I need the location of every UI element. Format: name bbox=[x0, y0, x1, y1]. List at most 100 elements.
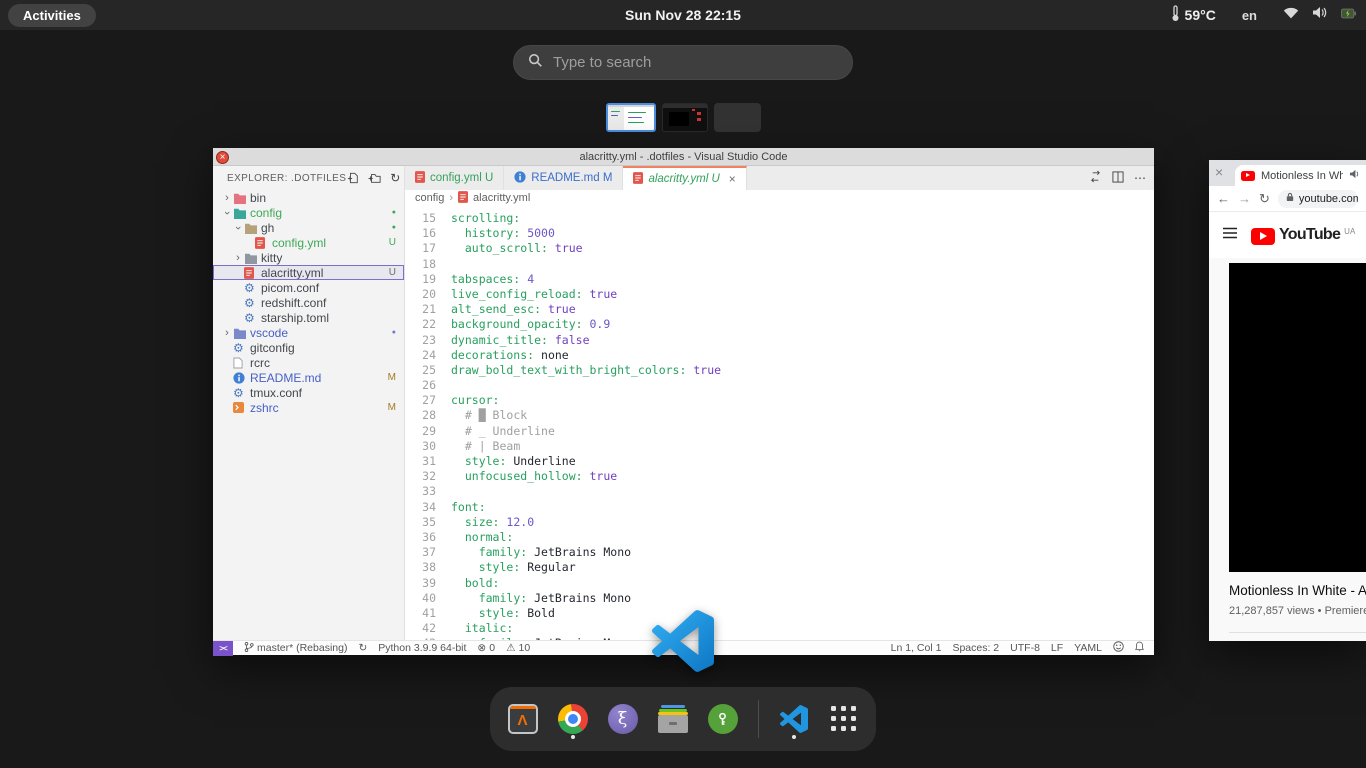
explorer-sidebar: EXPLORER: .DOTFILES ↻ ⋯ ›bin›config●›gh●… bbox=[213, 166, 405, 640]
breadcrumb-folder[interactable]: config bbox=[415, 192, 444, 204]
line-number: 28 bbox=[405, 408, 451, 423]
remote-indicator[interactable]: >< bbox=[213, 641, 233, 656]
tree-item-bin[interactable]: › bin bbox=[213, 190, 404, 205]
workspace-thumbnail-empty[interactable] bbox=[714, 103, 761, 132]
gear-icon: ⚙ bbox=[244, 312, 261, 324]
dock-alacritty-icon[interactable]: Λ bbox=[508, 700, 538, 738]
tree-item-starship-toml[interactable]: ⚙starship.toml bbox=[213, 310, 404, 325]
new-folder-icon[interactable] bbox=[367, 171, 381, 185]
workspace-thumbnail-active[interactable] bbox=[606, 103, 656, 132]
system-tray[interactable]: 59°C en bbox=[1171, 0, 1356, 30]
dock-vscode-icon[interactable] bbox=[779, 700, 809, 738]
code-line: 30 # | Beam bbox=[405, 439, 1154, 454]
tree-item-tmux-conf[interactable]: ⚙tmux.conf bbox=[213, 385, 404, 400]
hamburger-menu-icon[interactable] bbox=[1222, 226, 1238, 245]
editor-pane[interactable]: 15scrolling:16 history: 500017 auto_scro… bbox=[405, 206, 1154, 640]
python-interpreter[interactable]: Python 3.9.9 64-bit bbox=[378, 642, 466, 654]
dock-files-icon[interactable] bbox=[658, 700, 688, 738]
browser-tab[interactable]: Motionless In White - A bbox=[1235, 165, 1366, 186]
address-bar[interactable]: youtube.com/wa bbox=[1278, 190, 1358, 208]
tree-item-config-yml[interactable]: config.ymlU bbox=[213, 235, 404, 250]
line-number: 22 bbox=[405, 317, 451, 332]
chevron-icon: › bbox=[221, 192, 233, 204]
feedback-button[interactable] bbox=[1113, 641, 1124, 655]
vscode-app-icon[interactable] bbox=[652, 610, 714, 672]
split-editor-icon[interactable] bbox=[1112, 171, 1124, 186]
warning-count[interactable]: ⚠10 bbox=[506, 642, 530, 654]
editor-tab-readme-md[interactable]: README.md M bbox=[504, 166, 623, 190]
tree-item-vscode[interactable]: ›vscode● bbox=[213, 325, 404, 340]
editor-tab-alacritty-yml[interactable]: alacritty.yml U× bbox=[623, 166, 746, 190]
tree-item-config[interactable]: ›config● bbox=[213, 205, 404, 220]
code-line: 16 history: 5000 bbox=[405, 226, 1154, 241]
refresh-icon[interactable]: ↻ bbox=[388, 171, 402, 185]
tree-item-picom-conf[interactable]: ⚙picom.conf bbox=[213, 280, 404, 295]
editor-tab-config-yml[interactable]: config.yml U bbox=[405, 166, 504, 190]
shell-icon bbox=[233, 402, 250, 413]
vscode-window[interactable]: × alacritty.yml - .dotfiles - Visual Stu… bbox=[213, 148, 1154, 655]
code-line: 27cursor: bbox=[405, 393, 1154, 408]
dock-emacs-icon[interactable]: ξ bbox=[608, 700, 638, 738]
code-text: # █ Block bbox=[451, 408, 527, 423]
yaml-icon bbox=[633, 172, 643, 187]
git-branch-status[interactable]: master* (Rebasing) bbox=[244, 641, 347, 656]
code-text: style: Bold bbox=[451, 606, 555, 621]
notifications-bell[interactable] bbox=[1135, 641, 1144, 655]
tree-item-alacritty-yml[interactable]: alacritty.ymlU bbox=[213, 265, 404, 280]
search-input[interactable]: Type to search bbox=[513, 45, 853, 80]
line-number: 34 bbox=[405, 500, 451, 515]
tree-item-readme-md[interactable]: README.mdM bbox=[213, 370, 404, 385]
chrome-window[interactable]: × Motionless In White - A ← → ↻ youtube.… bbox=[1209, 160, 1366, 641]
back-button[interactable]: ← bbox=[1217, 191, 1230, 206]
youtube-logo[interactable]: YouTube UA bbox=[1251, 226, 1355, 245]
tree-item-rcrc[interactable]: rcrc bbox=[213, 355, 404, 370]
file-icon bbox=[233, 357, 250, 369]
git-status-badge: U bbox=[389, 237, 396, 248]
item-label: bin bbox=[250, 191, 396, 205]
reload-button[interactable]: ↻ bbox=[1259, 191, 1270, 207]
line-number: 16 bbox=[405, 226, 451, 241]
line-number: 19 bbox=[405, 272, 451, 287]
tab-audio-icon[interactable] bbox=[1349, 169, 1360, 182]
code-line: 18 bbox=[405, 257, 1154, 272]
info-icon bbox=[233, 372, 250, 384]
clock[interactable]: Sun Nov 28 22:15 bbox=[0, 7, 1366, 23]
error-count[interactable]: ⊗0 bbox=[477, 642, 495, 654]
new-file-icon[interactable] bbox=[346, 171, 360, 185]
tree-item-gitconfig[interactable]: ⚙gitconfig bbox=[213, 340, 404, 355]
dock-chrome-icon[interactable] bbox=[558, 700, 588, 738]
breadcrumb[interactable]: config › alacritty.yml bbox=[405, 190, 1154, 206]
tree-item-zshrc[interactable]: zshrcM bbox=[213, 400, 404, 415]
explorer-title: EXPLORER: .DOTFILES bbox=[227, 173, 346, 184]
tree-item-kitty[interactable]: ›kitty bbox=[213, 250, 404, 265]
forward-button[interactable]: → bbox=[1238, 191, 1251, 206]
encoding[interactable]: UTF-8 bbox=[1010, 642, 1040, 654]
keyboard-layout-indicator[interactable]: en bbox=[1242, 8, 1257, 23]
tree-item-redshift-conf[interactable]: ⚙redshift.conf bbox=[213, 295, 404, 310]
more-actions-icon[interactable]: ⋯ bbox=[1134, 171, 1146, 185]
sync-button[interactable]: ↻ bbox=[358, 642, 367, 654]
video-player[interactable] bbox=[1229, 263, 1366, 572]
battery-charging-icon bbox=[1341, 6, 1356, 24]
line-number: 25 bbox=[405, 363, 451, 378]
window-close-button[interactable]: × bbox=[1215, 165, 1223, 179]
code-text: style: Regular bbox=[451, 560, 576, 575]
item-label: redshift.conf bbox=[261, 296, 396, 310]
line-number: 36 bbox=[405, 530, 451, 545]
open-changes-icon[interactable] bbox=[1089, 170, 1102, 186]
workspace-thumbnail-browser[interactable] bbox=[662, 103, 708, 132]
window-title: alacritty.yml - .dotfiles - Visual Studi… bbox=[213, 148, 1154, 166]
dock-app-grid-icon[interactable] bbox=[829, 700, 859, 738]
indentation[interactable]: Spaces: 2 bbox=[952, 642, 999, 654]
dock-keepass-icon[interactable] bbox=[708, 700, 738, 738]
language-mode[interactable]: YAML bbox=[1074, 642, 1102, 654]
eol[interactable]: LF bbox=[1051, 642, 1063, 654]
tab-close-icon[interactable]: × bbox=[729, 172, 736, 186]
cursor-position[interactable]: Ln 1, Col 1 bbox=[891, 642, 942, 654]
video-title: Motionless In White - Anot bbox=[1229, 583, 1366, 598]
breadcrumb-file[interactable]: alacritty.yml bbox=[473, 192, 530, 204]
window-close-button[interactable]: × bbox=[216, 151, 229, 164]
gear-icon: ⚙ bbox=[244, 297, 261, 309]
code-text: family: JetBrains Mono bbox=[451, 545, 631, 560]
tree-item-gh[interactable]: ›gh● bbox=[213, 220, 404, 235]
